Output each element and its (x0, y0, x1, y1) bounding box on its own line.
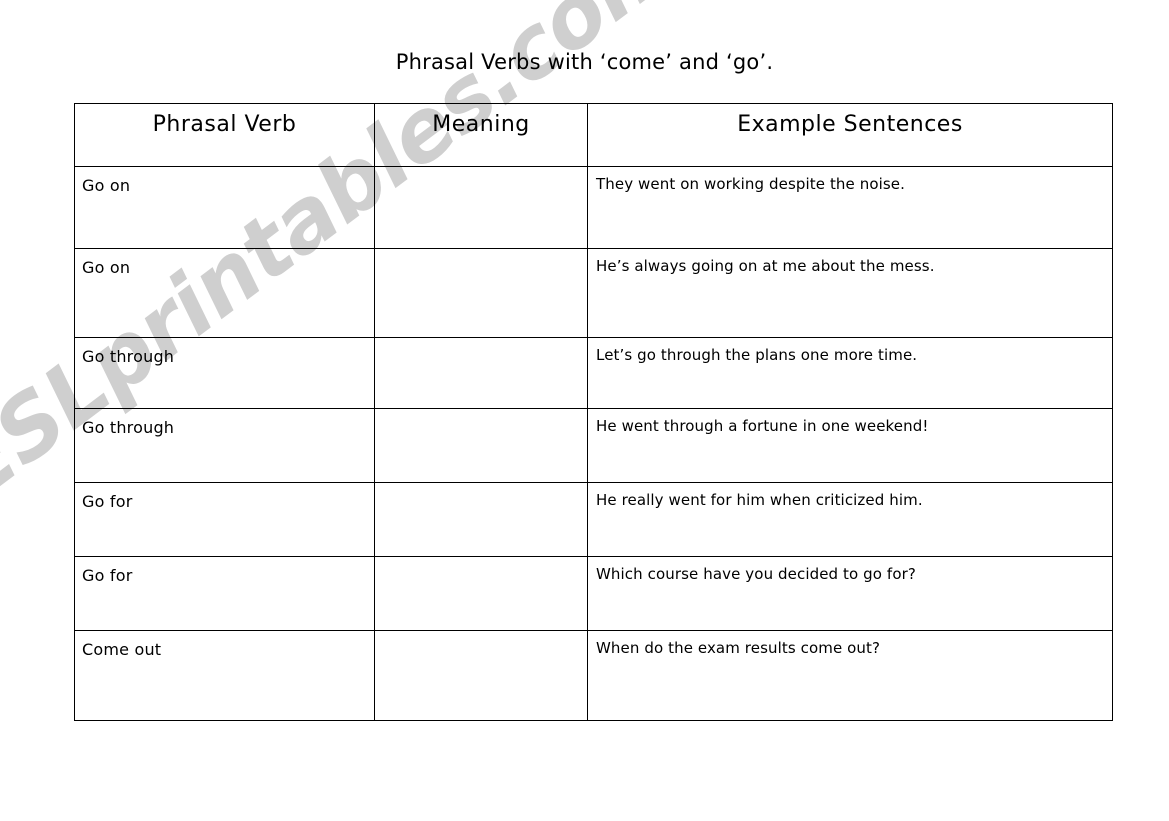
example-sentence-text: He really went for him when criticized h… (596, 491, 923, 509)
cell-phrasal-verb: Go on (74, 248, 375, 338)
cell-meaning[interactable] (374, 630, 588, 721)
table-row: Go through He went through a fortune in … (74, 408, 1113, 483)
cell-phrasal-verb: Go for (74, 556, 375, 631)
phrasal-verb-text: Go on (82, 176, 131, 195)
column-header-phrasal-verb: Phrasal Verb (74, 103, 375, 167)
table-row: Come out When do the exam results come o… (74, 630, 1113, 721)
phrasal-verb-text: Go for (82, 492, 133, 511)
phrasal-verb-text: Go on (82, 258, 131, 277)
column-header-example-sentences-label: Example Sentences (737, 112, 963, 137)
table-row: Go for He really went for him when criti… (74, 482, 1113, 557)
meaning-text (375, 631, 587, 641)
cell-example: He really went for him when criticized h… (587, 482, 1113, 557)
table-row: Go through Let’s go through the plans on… (74, 337, 1113, 409)
cell-meaning[interactable] (374, 337, 588, 409)
example-sentence-text: He went through a fortune in one weekend… (596, 417, 929, 435)
cell-phrasal-verb: Go for (74, 482, 375, 557)
cell-phrasal-verb: Go through (74, 408, 375, 483)
meaning-text (375, 557, 587, 567)
meaning-text (375, 483, 587, 493)
phrasal-verb-text: Go through (82, 347, 175, 366)
phrasal-verb-text: Go for (82, 566, 133, 585)
example-sentence-text: He’s always going on at me about the mes… (596, 257, 935, 275)
column-header-meaning: Meaning (374, 103, 588, 167)
meaning-text (375, 167, 587, 177)
phrasal-verb-text: Come out (82, 640, 162, 659)
cell-meaning[interactable] (374, 248, 588, 338)
meaning-text (375, 409, 587, 419)
example-sentence-text: They went on working despite the noise. (596, 175, 905, 193)
meaning-text (375, 338, 587, 348)
cell-example: When do the exam results come out? (587, 630, 1113, 721)
example-sentence-text: Which course have you decided to go for? (596, 565, 916, 583)
cell-example: Which course have you decided to go for? (587, 556, 1113, 631)
cell-example: He’s always going on at me about the mes… (587, 248, 1113, 338)
cell-example: They went on working despite the noise. (587, 166, 1113, 249)
page-title: Phrasal Verbs with ‘come’ and ‘go’. (395, 50, 774, 74)
example-sentence-text: Let’s go through the plans one more time… (596, 346, 918, 364)
cell-phrasal-verb: Go through (74, 337, 375, 409)
phrasal-verbs-table: Phrasal Verb Meaning Example Sentences G… (74, 103, 1113, 721)
cell-phrasal-verb: Go on (74, 166, 375, 249)
cell-meaning[interactable] (374, 556, 588, 631)
meaning-text (375, 249, 587, 259)
phrasal-verbs-table-container: Phrasal Verb Meaning Example Sentences G… (74, 103, 1113, 721)
table-row: Go on They went on working despite the n… (74, 166, 1113, 249)
column-header-meaning-label: Meaning (432, 112, 530, 137)
cell-meaning[interactable] (374, 408, 588, 483)
column-header-phrasal-verb-label: Phrasal Verb (152, 112, 297, 137)
cell-example: Let’s go through the plans one more time… (587, 337, 1113, 409)
worksheet-page: ESLprintables.com Phrasal Verbs with ‘co… (0, 0, 1169, 821)
example-sentence-text: When do the exam results come out? (596, 639, 881, 657)
cell-meaning[interactable] (374, 166, 588, 249)
phrasal-verb-text: Go through (82, 418, 175, 437)
cell-phrasal-verb: Come out (74, 630, 375, 721)
cell-meaning[interactable] (374, 482, 588, 557)
table-row: Go for Which course have you decided to … (74, 556, 1113, 631)
table-row: Go on He’s always going on at me about t… (74, 248, 1113, 338)
column-header-example-sentences: Example Sentences (587, 103, 1113, 167)
cell-example: He went through a fortune in one weekend… (587, 408, 1113, 483)
table-header-row: Phrasal Verb Meaning Example Sentences (74, 103, 1113, 167)
